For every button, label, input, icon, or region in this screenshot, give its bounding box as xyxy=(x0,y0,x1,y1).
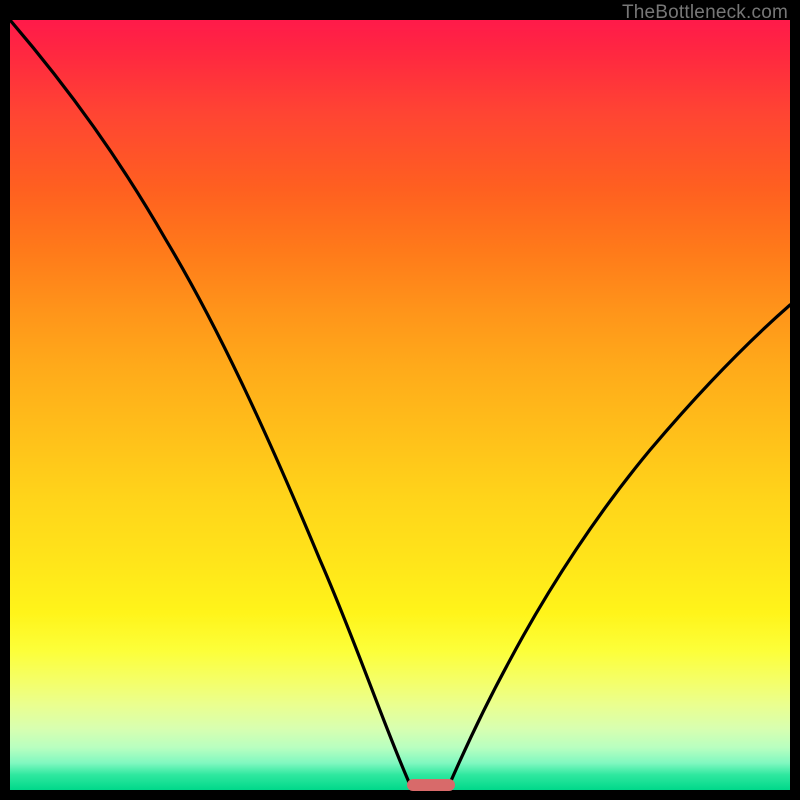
bottleneck-curve-right xyxy=(447,305,790,790)
optimal-zone-marker xyxy=(407,779,455,791)
curve-layer xyxy=(10,20,790,790)
watermark-text: TheBottleneck.com xyxy=(622,2,788,24)
plot-area xyxy=(10,20,790,790)
bottleneck-curve-left xyxy=(10,20,412,790)
